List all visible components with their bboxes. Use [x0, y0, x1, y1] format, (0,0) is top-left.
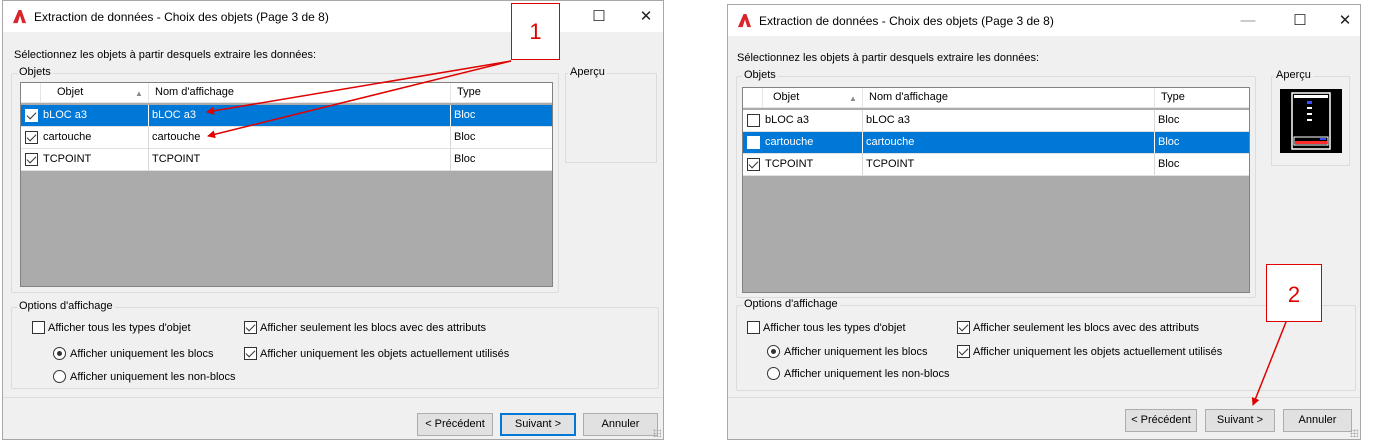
annotation-arrows: [206, 60, 1287, 406]
arrow-to-next-button: [1251, 321, 1287, 406]
arrow-to-cartouche: [207, 60, 512, 139]
arrow-to-bloc-a3: [206, 60, 512, 115]
